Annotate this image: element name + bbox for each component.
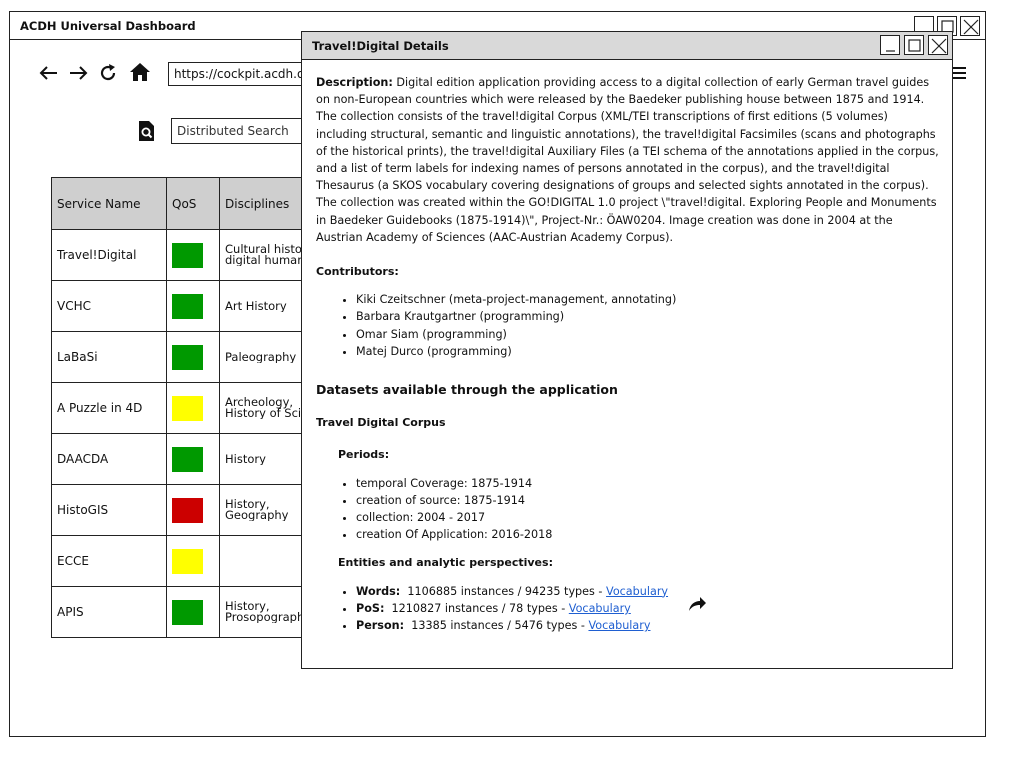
entity-label: Person: [356,619,405,633]
qos-cell [166,484,220,536]
service-name-cell[interactable]: LaBaSi [51,331,167,383]
main-window-title: ACDH Universal Dashboard [20,19,196,33]
qos-indicator [172,395,203,421]
back-arrow-icon[interactable] [38,62,60,84]
vocabulary-link[interactable]: Vocabulary [588,619,650,632]
qos-cell [166,535,220,587]
entity-item-person: Person: 13385 instances / 5476 types - V… [356,617,942,634]
vocabulary-link[interactable]: Vocabulary [569,602,631,615]
contributor-item: Barbara Krautgartner (programming) [356,308,942,325]
table-row[interactable]: APIS History, Prosopography [51,586,340,638]
qos-indicator [172,497,203,523]
services-table: Service Name QoS Disciplines Travel!Digi… [51,177,340,638]
entity-stats: 1210827 instances / 78 types - [391,601,569,615]
qos-cell [166,229,220,281]
periods-list: temporal Coverage: 1875-1914 creation of… [316,475,942,544]
share-arrow-icon[interactable] [687,595,707,613]
table-row[interactable]: HistoGIS History, Geography [51,484,340,536]
close-icon [963,19,979,35]
entity-item-pos: PoS: 1210827 instances / 78 types - Voca… [356,600,942,617]
service-name-cell[interactable]: APIS [51,586,167,638]
description-label: Description: [316,76,393,89]
contributor-item: Matej Durco (programming) [356,343,942,360]
qos-indicator [172,599,203,625]
period-item: collection: 2004 - 2017 [356,509,942,526]
contributors-list: Kiki Czeitschner (meta-project-managemen… [316,291,942,360]
table-header-row: Service Name QoS Disciplines [51,177,340,230]
service-name-cell[interactable]: ECCE [51,535,167,587]
main-close-button[interactable] [960,16,980,36]
qos-indicator [172,242,203,268]
qos-cell [166,280,220,332]
dialog-content: Description: Digital edition application… [316,74,942,634]
minimize-icon [886,50,895,52]
dialog-maximize-button[interactable] [904,35,924,55]
qos-indicator [172,293,203,319]
periods-label: Periods: [338,448,390,462]
distributed-search-input[interactable]: Distributed Search [171,118,321,144]
contributor-item: Omar Siam (programming) [356,326,942,343]
entity-item-words: Words: 1106885 instances / 94235 types -… [356,583,942,600]
qos-indicator [172,446,203,472]
dialog-minimize-button[interactable] [880,35,900,55]
forward-arrow-icon[interactable] [67,62,89,84]
entity-label: PoS: [356,601,385,615]
qos-cell [166,331,220,383]
maximize-icon [908,39,921,52]
close-icon [931,38,947,54]
entities-list: Words: 1106885 instances / 94235 types -… [316,583,942,635]
dialog-titlebar: Travel!Digital Details [302,32,952,60]
url-bar[interactable]: https://cockpit.acdh.oeaw.ac.at [168,62,318,86]
vocabulary-link[interactable]: Vocabulary [606,585,668,598]
period-item: creation of source: 1875-1914 [356,492,942,509]
entity-stats: 1106885 instances / 94235 types - [407,584,607,598]
service-name-cell[interactable]: VCHC [51,280,167,332]
qos-indicator [172,548,203,574]
contributors-label: Contributors: [316,265,399,279]
qos-indicator [172,344,203,370]
header-service-name[interactable]: Service Name [51,177,167,230]
dialog-close-button[interactable] [928,35,948,55]
header-qos[interactable]: QoS [166,177,220,230]
dialog-title: Travel!Digital Details [312,39,449,53]
table-row[interactable]: DAACDA History [51,433,340,485]
qos-cell [166,586,220,638]
period-item: temporal Coverage: 1875-1914 [356,475,942,492]
service-name-cell[interactable]: DAACDA [51,433,167,485]
description-text: Digital edition application providing ac… [316,76,939,244]
service-name-cell[interactable]: Travel!Digital [51,229,167,281]
hamburger-menu-icon[interactable] [950,63,972,85]
description-paragraph: Description: Digital edition application… [316,74,942,246]
contributor-item: Kiki Czeitschner (meta-project-managemen… [356,291,942,308]
corpus-heading: Travel Digital Corpus [316,416,446,430]
table-row[interactable]: A Puzzle in 4D Archeology, History of Sci… [51,382,340,434]
table-row[interactable]: Travel!Digital Cultural history, digital … [51,229,340,281]
details-dialog: Travel!Digital Details Description: Digi… [301,31,953,669]
table-row[interactable]: LaBaSi Paleography [51,331,340,383]
table-row[interactable]: ECCE [51,535,340,587]
entity-label: Words: [356,584,401,598]
qos-cell [166,382,220,434]
home-icon[interactable] [129,61,151,83]
service-name-cell[interactable]: HistoGIS [51,484,167,536]
table-row[interactable]: VCHC Art History [51,280,340,332]
period-item: creation Of Application: 2016-2018 [356,526,942,543]
entity-stats: 13385 instances / 5476 types - [411,619,589,633]
service-name-cell[interactable]: A Puzzle in 4D [51,382,167,434]
search-icon[interactable] [137,120,155,142]
reload-icon[interactable] [97,62,119,84]
datasets-heading: Datasets available through the applicati… [316,382,618,398]
qos-cell [166,433,220,485]
entities-label: Entities and analytic perspectives: [338,556,553,570]
